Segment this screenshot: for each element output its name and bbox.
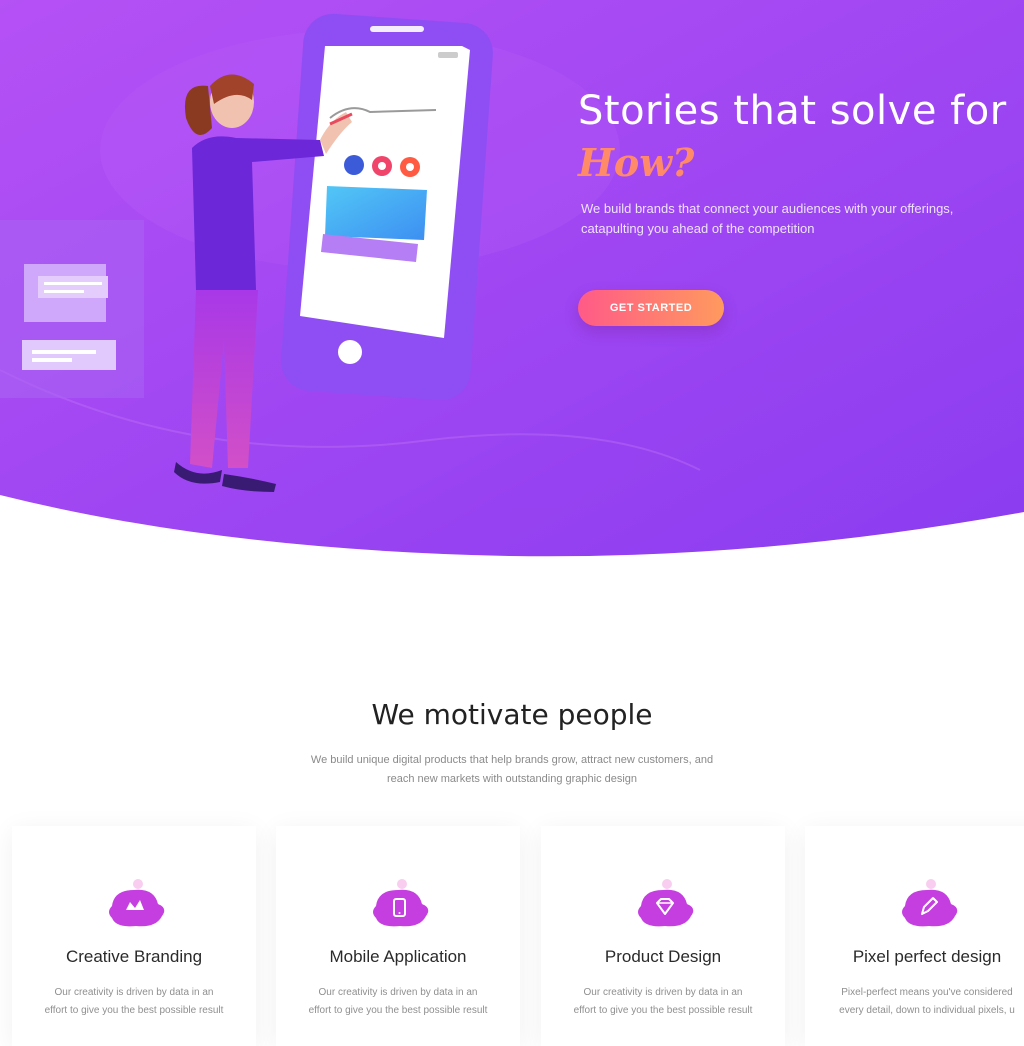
service-card-creative-branding[interactable]: Creative Branding Our creativity is driv… [12, 826, 256, 1046]
service-description: Our creativity is driven by data in an e… [276, 984, 520, 1020]
hero-description-line: We build brands that connect your audien… [581, 201, 954, 216]
hero-description-line: catapulting you ahead of the competition [581, 221, 815, 236]
section-title: We motivate people [371, 698, 653, 731]
service-title: Creative Branding [65, 947, 203, 966]
section-subtitle-line: We build unique digital products that he… [310, 754, 714, 766]
service-description-line: effort to give you the best possible res… [573, 1005, 753, 1016]
hero-title: Stories that solve for [578, 88, 1007, 134]
hero-highlight: How? [578, 140, 695, 185]
service-description-line: effort to give you the best possible res… [308, 1005, 488, 1016]
hero-background [0, 0, 1024, 557]
service-description: Pixel-perfect means you've considered ev… [805, 984, 1024, 1020]
service-card-pixel-perfect-design[interactable]: Pixel perfect design Pixel-perfect means… [805, 826, 1024, 1046]
section-subtitle: We build unique digital products that he… [0, 751, 1024, 789]
service-title: Pixel perfect design [852, 947, 1002, 966]
service-description: Our creativity is driven by data in an e… [541, 984, 785, 1020]
service-title: Mobile Application [329, 947, 467, 966]
service-description-line: Our creativity is driven by data in an [54, 987, 214, 998]
service-card-product-design[interactable]: Product Design Our creativity is driven … [541, 826, 785, 1046]
service-title: Product Design [604, 947, 722, 966]
pen-icon [902, 879, 958, 927]
crown-icon [109, 879, 165, 927]
service-description-line: every detail, down to individual pixels,… [839, 1005, 1015, 1016]
section-subtitle-line: reach new markets with outstanding graph… [386, 773, 638, 785]
service-description-line: effort to give you the best possible res… [44, 1005, 224, 1016]
service-description-line: Pixel-perfect means you've considered [841, 987, 1013, 998]
hero-section: Stories that solve for How? We build bra… [0, 0, 1024, 560]
service-description-line: Our creativity is driven by data in an [318, 987, 478, 998]
diamond-icon [638, 879, 694, 927]
service-description-line: Our creativity is driven by data in an [583, 987, 743, 998]
phone-illustration [281, 13, 493, 401]
get-started-button[interactable]: GET STARTED [578, 290, 724, 326]
smartphone-icon [373, 879, 429, 927]
service-card-mobile-application[interactable]: Mobile Application Our creativity is dri… [276, 826, 520, 1046]
service-description: Our creativity is driven by data in an e… [12, 984, 256, 1020]
hero-description: We build brands that connect your audien… [581, 199, 1021, 239]
